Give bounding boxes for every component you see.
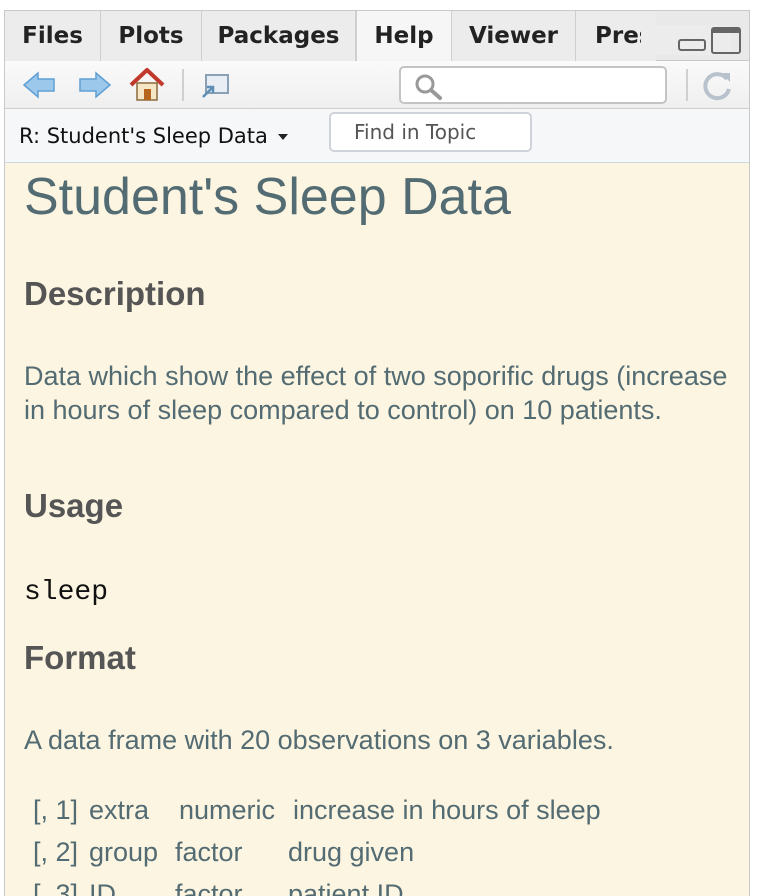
variable-type: numeric: [179, 795, 276, 825]
variable-type: factor: [175, 837, 243, 867]
help-pane: Files Plots Packages Help Viewer Pres R:…: [4, 10, 750, 896]
variable-description: increase in hours of sleep: [293, 795, 601, 825]
variable-name: group: [89, 837, 159, 867]
chevron-down-icon: [277, 134, 288, 140]
maximize-icon[interactable]: [711, 27, 741, 54]
toolbar-separator: [182, 69, 184, 101]
page-title: Student's Sleep Data: [24, 168, 511, 226]
topic-history-dropdown[interactable]: R: Student's Sleep Data: [19, 121, 288, 151]
help-search-input[interactable]: [449, 72, 659, 98]
tab-help[interactable]: Help: [356, 11, 452, 62]
variable-index: [, 1]: [33, 795, 79, 825]
tab-files[interactable]: Files: [5, 11, 101, 61]
variable-index: [, 2]: [33, 837, 79, 867]
format-heading: Format: [24, 639, 136, 676]
back-arrow-icon[interactable]: [21, 67, 57, 103]
search-icon: [415, 74, 442, 100]
format-text: A data frame with 20 observations on 3 v…: [24, 725, 614, 755]
variable-description: drug given: [288, 837, 415, 867]
description-heading: Description: [24, 275, 206, 312]
variable-index: [, 3]: [33, 879, 79, 896]
variable-description: patient ID: [288, 879, 404, 896]
usage-heading: Usage: [24, 487, 124, 524]
help-content: Student's Sleep Data Description Data wh…: [5, 163, 749, 896]
usage-code: sleep: [24, 577, 109, 608]
toolbar-separator: [686, 69, 688, 101]
forward-arrow-icon[interactable]: [77, 67, 113, 103]
tab-viewer[interactable]: Viewer: [452, 11, 576, 61]
tab-packages[interactable]: Packages: [202, 11, 356, 61]
variable-name: extra: [89, 795, 150, 825]
pane-tab-bar: Files Plots Packages Help Viewer Pres: [5, 11, 749, 62]
home-icon[interactable]: [129, 67, 165, 103]
help-search-box[interactable]: [399, 66, 667, 104]
find-in-topic-field[interactable]: Find in Topic: [329, 112, 532, 152]
topic-title: R: Student's Sleep Data: [19, 124, 268, 148]
help-toolbar: [5, 61, 749, 109]
window-controls: [641, 25, 741, 55]
tab-plots[interactable]: Plots: [101, 11, 202, 61]
refresh-icon[interactable]: [699, 67, 735, 103]
topic-bar: R: Student's Sleep Data Find in Topic: [5, 109, 749, 163]
minimize-icon[interactable]: [678, 39, 706, 51]
variable-name: ID: [89, 879, 116, 896]
variable-type: factor: [175, 879, 243, 896]
popout-icon[interactable]: [197, 67, 233, 103]
description-text: Data which show the effect of two sopori…: [24, 361, 728, 425]
